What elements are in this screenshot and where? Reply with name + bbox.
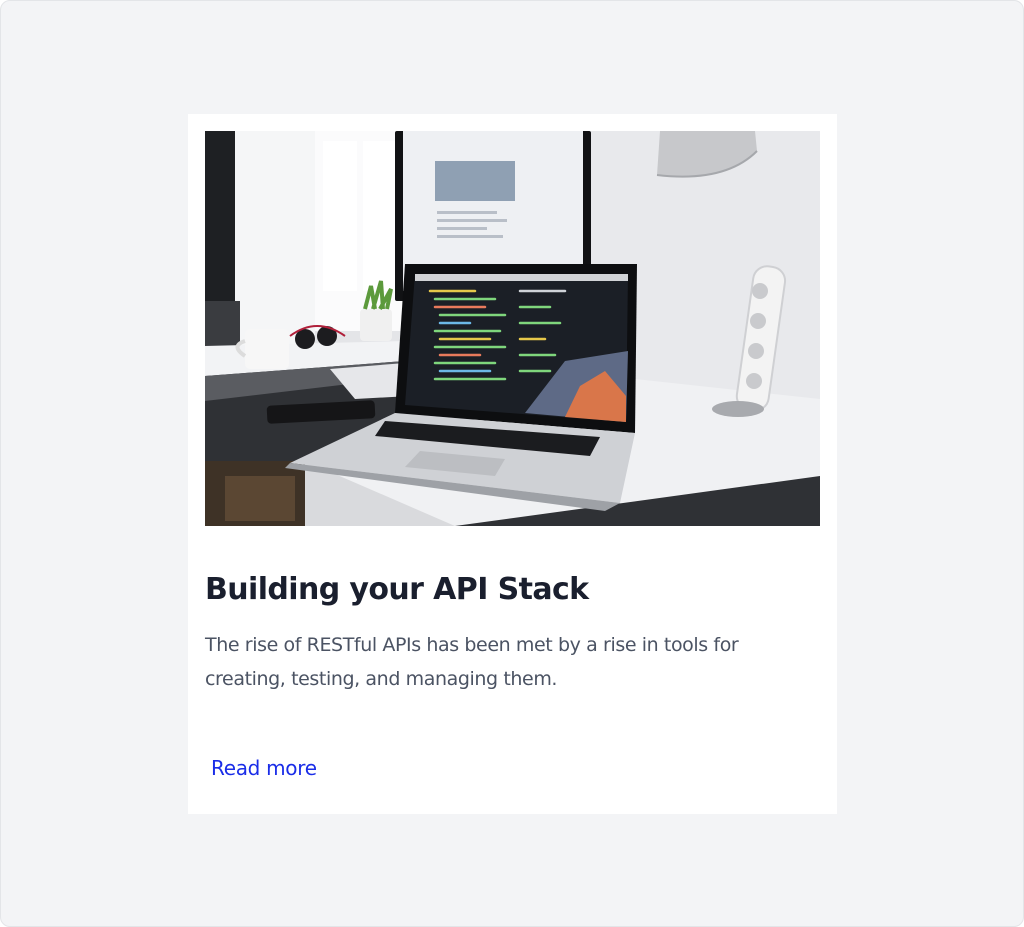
page-background: Building your API Stack The rise of REST… (0, 0, 1024, 927)
read-more-link[interactable]: Read more (211, 756, 317, 780)
article-excerpt: The rise of RESTful APIs has been met by… (205, 634, 739, 690)
article-card: Building your API Stack The rise of REST… (188, 114, 837, 814)
article-image (205, 131, 820, 526)
article-title: Building your API Stack (205, 572, 589, 607)
